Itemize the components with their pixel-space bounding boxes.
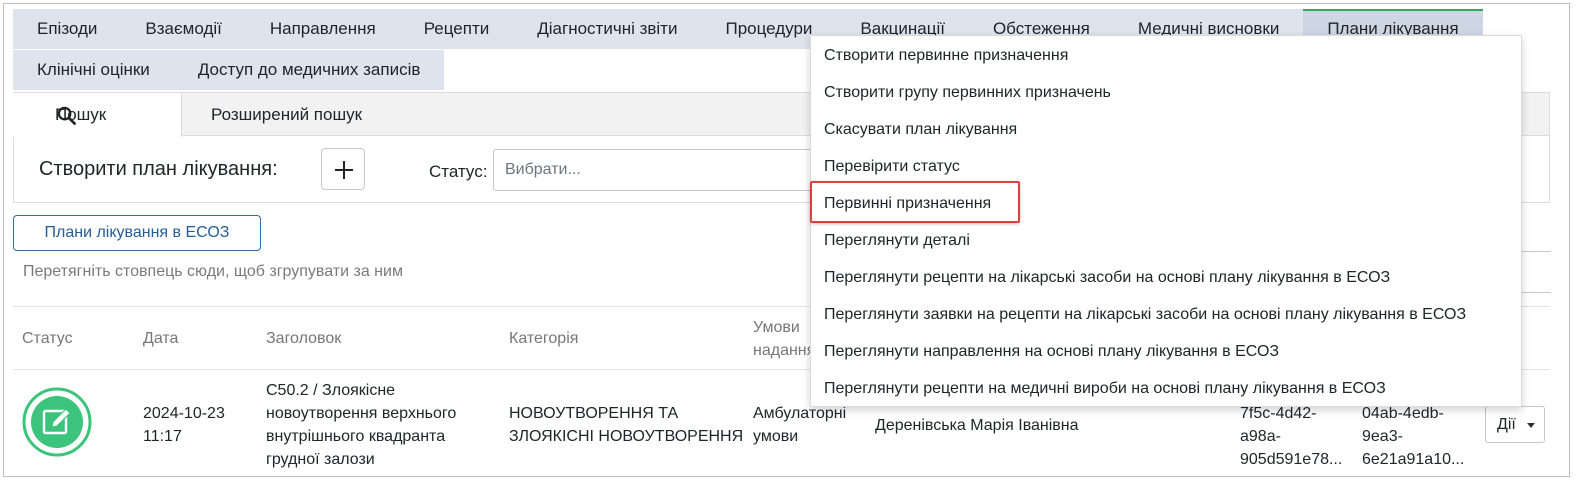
plus-icon	[335, 161, 353, 179]
menu-item-view-device-prescriptions[interactable]: Переглянути рецепти на медичні вироби на…	[811, 370, 1521, 407]
eco-treatment-plans-button[interactable]: Плани лікування в ЕСОЗ	[13, 215, 261, 251]
cell-id-1-line: 905d591e78...	[1240, 451, 1343, 468]
menu-item-view-drug-prescriptions[interactable]: Переглянути рецепти на лікарські засоби …	[811, 259, 1521, 296]
tab-medical-records-access[interactable]: Доступ до медичних записів	[173, 50, 445, 90]
row-actions-label: Дії	[1497, 416, 1516, 433]
menu-item-view-referrals[interactable]: Переглянути направлення на основі плану …	[811, 333, 1521, 370]
app-frame: Епізоди Взаємодії Направлення Рецепти Ді…	[3, 3, 1570, 477]
create-plan-label: Створити план лікування:	[39, 158, 278, 180]
tab-search[interactable]: Пошук	[13, 93, 182, 137]
cell-id-1: 7f5c-4d42- a98a- 905d591e78...	[1240, 402, 1342, 471]
col-header-terms-line1: Умови	[753, 319, 800, 336]
cell-date-day: 2024-10-23	[143, 405, 225, 422]
status-filter-label: Статус:	[429, 162, 488, 181]
cell-category-line: ЗЛОЯКІСНІ НОВОУТВОРЕННЯ	[509, 428, 744, 445]
menu-item-view-details[interactable]: Переглянути деталі	[811, 222, 1521, 259]
col-header-status[interactable]: Статус	[22, 327, 73, 350]
add-plan-button[interactable]	[321, 148, 365, 190]
cell-terms: Амбулаторні умови	[753, 402, 846, 448]
cell-doctor: Деренівська Марія Іванівна	[875, 417, 1079, 434]
cell-terms-line: умови	[753, 428, 799, 445]
cell-title-line: грудної залози	[266, 451, 375, 468]
tab-referrals[interactable]: Направлення	[245, 9, 400, 49]
cell-category: НОВОУТВОРЕННЯ ТА ЗЛОЯКІСНІ НОВОУТВОРЕННЯ	[509, 402, 743, 448]
cell-date-time: 11:17	[143, 428, 182, 445]
cell-id-2: 04ab-4edb- 9ea3- 6e21a91a10...	[1362, 402, 1464, 471]
cell-id-1-line: a98a-	[1240, 428, 1281, 445]
menu-item-create-primary-appointment[interactable]: Створити первинне призначення	[811, 37, 1521, 74]
col-header-terms-line2: надання	[753, 342, 816, 359]
cell-title-line: новоутворення верхнього	[266, 405, 457, 422]
cell-date: 2024-10-23 11:17	[143, 402, 225, 448]
cell-id-2-line: 6e21a91a10...	[1362, 451, 1465, 468]
cell-title-line: внутрішнього квадранта	[266, 428, 446, 445]
caret-down-icon	[1527, 423, 1535, 428]
search-icon	[57, 106, 76, 125]
row-actions-button[interactable]: Дії	[1485, 406, 1545, 443]
tab-clinical-assessments[interactable]: Клінічні оцінки	[13, 50, 174, 90]
menu-item-view-prescription-requests[interactable]: Переглянути заявки на рецепти на лікарсь…	[811, 296, 1521, 333]
col-header-category[interactable]: Категорія	[509, 327, 578, 350]
menu-item-create-appointment-group[interactable]: Створити групу первинних призначень	[811, 74, 1521, 111]
cell-title-line: C50.2 / Злоякісне	[266, 382, 396, 399]
tab-episodes[interactable]: Епізоди	[13, 9, 122, 49]
menu-item-check-status[interactable]: Перевірити статус	[811, 148, 1521, 185]
cell-title: C50.2 / Злоякісне новоутворення верхньог…	[266, 379, 456, 471]
menu-item-cancel-plan[interactable]: Скасувати план лікування	[811, 111, 1521, 148]
highlight-box	[810, 181, 1020, 223]
tab-advanced-search[interactable]: Розширений пошук	[211, 93, 362, 136]
edit-status-icon	[22, 387, 92, 457]
group-by-drop-zone[interactable]: Перетягніть стовпець сюди, щоб згрупуват…	[23, 263, 403, 281]
tab-prescriptions[interactable]: Рецепти	[399, 9, 514, 49]
col-header-terms[interactable]: Умови надання	[753, 316, 815, 362]
col-header-title[interactable]: Заголовок	[266, 327, 341, 350]
cell-id-2-line: 9ea3-	[1362, 428, 1403, 445]
tab-diagnostic-reports[interactable]: Діагностичні звіти	[513, 9, 702, 49]
col-header-date[interactable]: Дата	[143, 327, 178, 350]
cell-category-line: НОВОУТВОРЕННЯ ТА	[509, 405, 679, 422]
module-tabs-row-2: Клінічні оцінки Доступ до медичних запис…	[13, 50, 445, 90]
tab-interactions[interactable]: Взаємодії	[121, 9, 246, 49]
